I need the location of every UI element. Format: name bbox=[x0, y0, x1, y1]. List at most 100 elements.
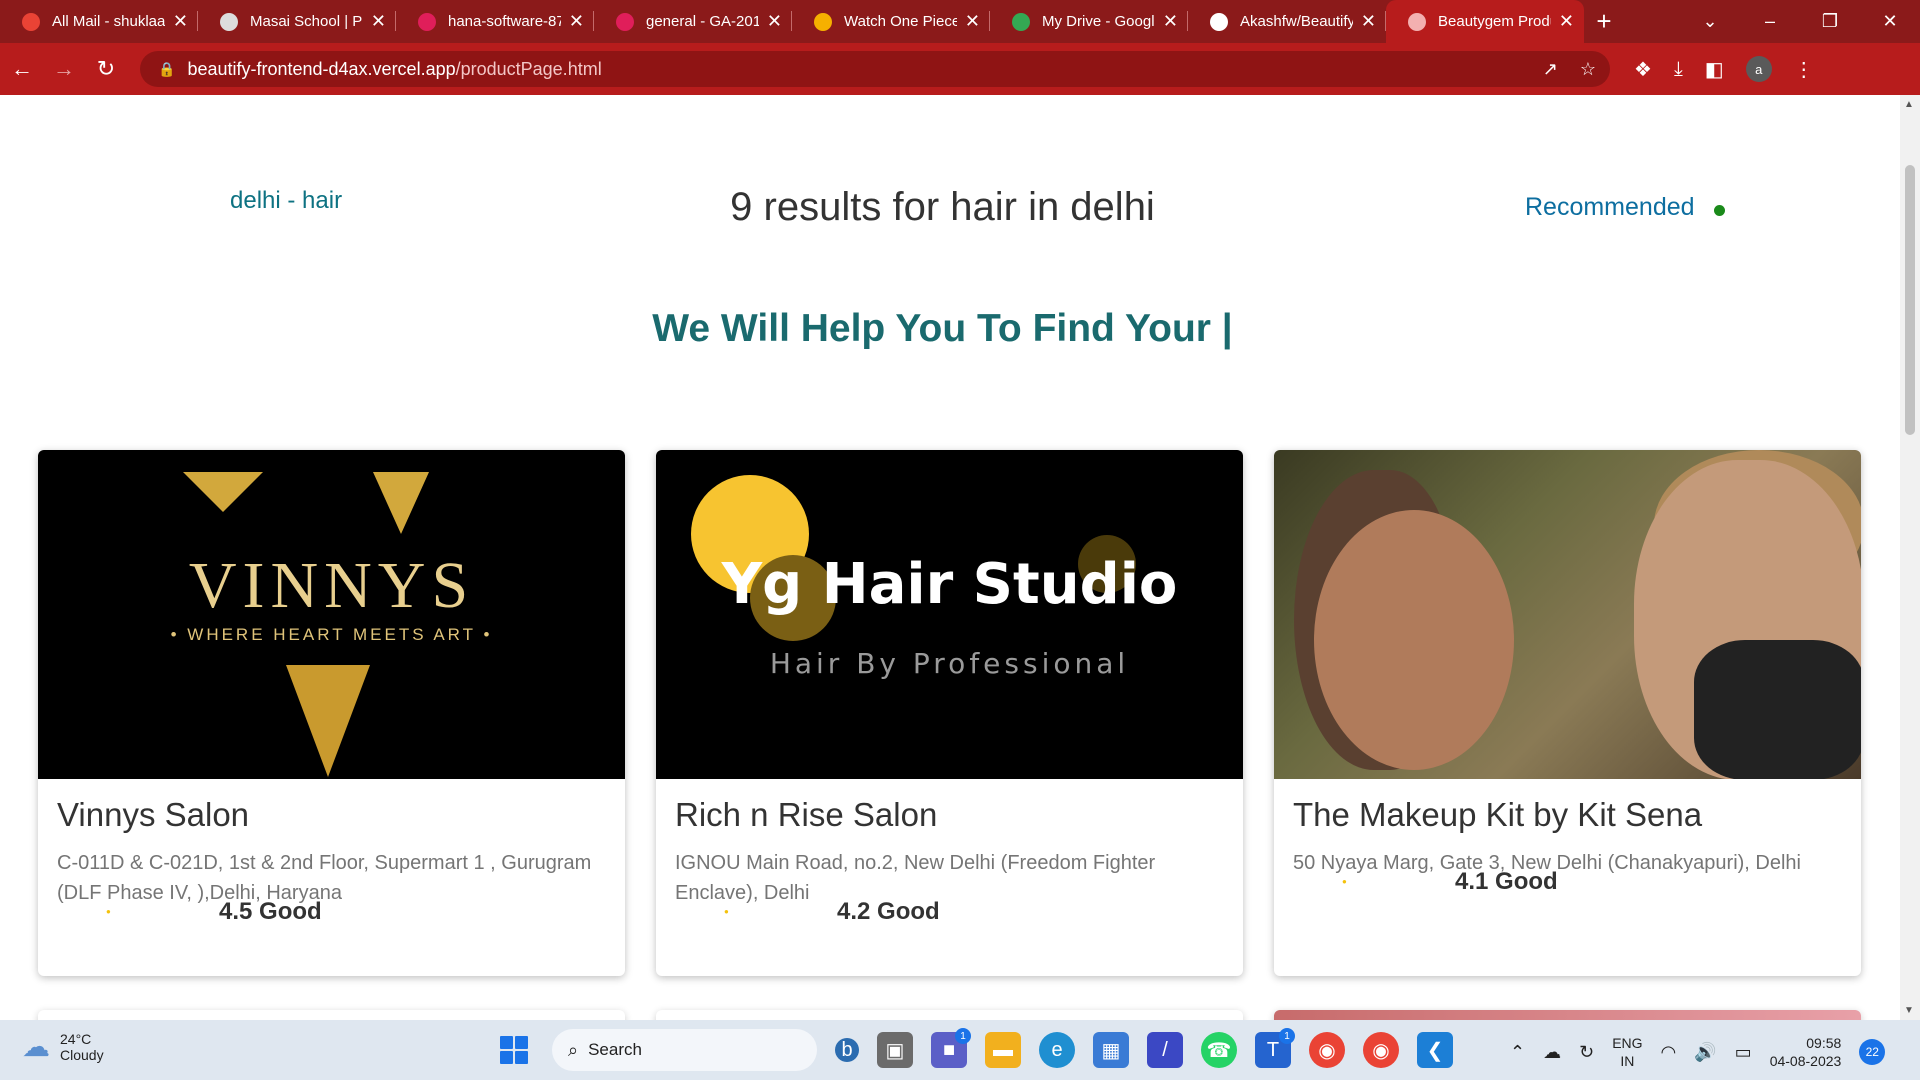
lang-code: ENG bbox=[1612, 1035, 1643, 1051]
menu-kebab-icon[interactable]: ⋮ bbox=[1794, 57, 1814, 82]
teams-chat-icon[interactable]: ■ 1 bbox=[931, 1028, 971, 1068]
browser-tab[interactable]: All Mail - shuklaa ✕ bbox=[0, 0, 198, 43]
notification-badge[interactable]: 22 bbox=[1859, 1039, 1886, 1065]
url-path: /productPage.html bbox=[455, 58, 602, 79]
chevron-up-icon[interactable]: ⌃ bbox=[1510, 1042, 1525, 1063]
tab-title: Beautygem Produ bbox=[1438, 13, 1551, 30]
tab-title: Akashfw/Beautify bbox=[1240, 13, 1353, 30]
side-panel-icon[interactable]: ◧ bbox=[1705, 57, 1724, 82]
close-tab-icon[interactable]: ✕ bbox=[1559, 11, 1574, 32]
chrome-icon[interactable]: ◉ bbox=[1309, 1032, 1345, 1068]
github-icon bbox=[1210, 12, 1228, 31]
bing-icon[interactable]: b bbox=[835, 1038, 859, 1062]
salon-image-vinnys[interactable]: VINNYS • WHERE HEART MEETS ART • bbox=[38, 450, 625, 779]
taskbar-search[interactable]: ⌕ Search bbox=[552, 1029, 817, 1071]
browser-tab[interactable]: hana-software-87 ✕ bbox=[396, 0, 594, 43]
salon-rating: 4.2 Good bbox=[837, 898, 940, 925]
battery-icon[interactable]: ▭ bbox=[1735, 1042, 1752, 1063]
crunchyroll-icon bbox=[814, 12, 832, 31]
salon-card[interactable]: VINNYS • WHERE HEART MEETS ART • Vinnys … bbox=[38, 450, 625, 976]
salon-card[interactable] bbox=[38, 1010, 625, 1020]
scrollbar-thumb[interactable] bbox=[1905, 165, 1915, 435]
close-tab-icon[interactable]: ✕ bbox=[173, 11, 188, 32]
wifi-icon[interactable]: ◠ bbox=[1661, 1042, 1677, 1063]
clock[interactable]: 09:58 04-08-2023 bbox=[1770, 1034, 1842, 1070]
salon-card[interactable]: The Makeup Kit by Kit Sena 50 Nyaya Marg… bbox=[1274, 450, 1861, 976]
new-tab-button[interactable]: + bbox=[1584, 0, 1624, 43]
logo-wordmark: VINNYS bbox=[188, 549, 475, 622]
forward-button[interactable]: → bbox=[44, 56, 84, 82]
page-viewport: delhi - hair 9 results for hair in delhi… bbox=[0, 95, 1900, 1020]
salon-card[interactable] bbox=[656, 1010, 1243, 1020]
photo-shape bbox=[1314, 510, 1514, 770]
volume-icon[interactable]: 🔊 bbox=[1694, 1042, 1716, 1063]
vscode-icon[interactable]: ❮ bbox=[1417, 1032, 1453, 1068]
tab-list: All Mail - shuklaa ✕ Masai School | Pla ✕ ha… bbox=[0, 0, 1584, 43]
close-tab-icon[interactable]: ✕ bbox=[767, 11, 782, 32]
browser-toolbar: ← → ↻ 🔒 beautify-frontend-d4ax.vercel.ap… bbox=[0, 43, 1920, 95]
scroll-up-arrow-icon[interactable]: ▲ bbox=[1904, 99, 1914, 110]
clock-date: 04-08-2023 bbox=[1769, 1053, 1842, 1069]
browser-tab[interactable]: general - GA-201 ✕ bbox=[594, 0, 792, 43]
store-icon[interactable]: ▦ bbox=[1093, 1032, 1129, 1068]
close-tab-icon[interactable]: ✕ bbox=[1361, 11, 1376, 32]
start-button[interactable] bbox=[500, 1036, 528, 1064]
salon-name[interactable]: Rich n Rise Salon bbox=[675, 796, 937, 834]
close-window-button[interactable]: ✕ bbox=[1860, 11, 1920, 32]
edge-icon[interactable]: e bbox=[1039, 1032, 1075, 1068]
system-tray: ⌃ ☁ ↻ ENG IN ◠ 🔊 ▭ 09:58 04-08-2023 22 bbox=[1510, 1034, 1886, 1070]
salon-image-yg-hair-studio[interactable]: Yg Hair Studio Hair By Professional bbox=[656, 450, 1243, 779]
todo-icon[interactable]: T1 bbox=[1255, 1028, 1295, 1068]
browser-tab[interactable]: My Drive - Googl ✕ bbox=[990, 0, 1188, 43]
tab-title: My Drive - Googl bbox=[1042, 13, 1155, 30]
star-icon: ● bbox=[1342, 877, 1347, 886]
salon-name[interactable]: The Makeup Kit by Kit Sena bbox=[1293, 796, 1702, 834]
restore-button[interactable]: ❐ bbox=[1800, 11, 1860, 32]
extensions-puzzle-icon[interactable]: ❖ bbox=[1634, 57, 1652, 82]
page-scrollbar[interactable]: ▲ ▼ bbox=[1900, 95, 1920, 1020]
browser-tab[interactable]: Akashfw/Beautify ✕ bbox=[1188, 0, 1386, 43]
salon-card[interactable] bbox=[1274, 1010, 1861, 1020]
salon-card[interactable]: Yg Hair Studio Hair By Professional Rich… bbox=[656, 450, 1243, 976]
todo-badge: 1 bbox=[1279, 1028, 1295, 1044]
scroll-down-arrow-icon[interactable]: ▼ bbox=[1904, 1005, 1914, 1016]
minimize-button[interactable]: – bbox=[1740, 11, 1800, 32]
download-icon[interactable]: ⤓ bbox=[1674, 58, 1683, 81]
browser-tab[interactable]: Masai School | Pla ✕ bbox=[198, 0, 396, 43]
onedrive-icon[interactable]: ☁ bbox=[1543, 1042, 1561, 1063]
browser-tab[interactable]: Beautygem Produ ✕ bbox=[1386, 0, 1584, 43]
address-bar[interactable]: 🔒 beautify-frontend-d4ax.vercel.app/prod… bbox=[140, 51, 1610, 87]
chrome-profile-icon[interactable]: ◉ bbox=[1363, 1032, 1399, 1068]
star-icon: ● bbox=[106, 907, 111, 916]
salon-address: IGNOU Main Road, no.2, New Delhi (Freedo… bbox=[675, 852, 1156, 904]
language-indicator[interactable]: ENG IN bbox=[1612, 1034, 1642, 1070]
tab-search-icon[interactable]: ⌄ bbox=[1680, 11, 1740, 32]
tab-strip: All Mail - shuklaa ✕ Masai School | Pla ✕ ha… bbox=[0, 0, 1920, 43]
bookmark-star-icon[interactable]: ☆ bbox=[1580, 59, 1596, 80]
star-icon: ● bbox=[724, 907, 729, 916]
tab-title: All Mail - shuklaa bbox=[52, 13, 165, 30]
browser-tab[interactable]: Watch One Piece ✕ bbox=[792, 0, 990, 43]
task-view-icon[interactable]: ▣ bbox=[877, 1032, 913, 1068]
cloud-icon: ☁ bbox=[22, 1031, 50, 1062]
share-icon[interactable]: ↗ bbox=[1543, 59, 1558, 80]
close-tab-icon[interactable]: ✕ bbox=[965, 11, 980, 32]
reload-button[interactable]: ↻ bbox=[86, 56, 126, 82]
weather-widget[interactable]: ☁ 24°C Cloudy bbox=[22, 1030, 104, 1063]
salon-image-makeup-photo[interactable] bbox=[1274, 450, 1861, 779]
whatsapp-icon[interactable]: ☎ bbox=[1201, 1032, 1237, 1068]
sort-dropdown[interactable]: Recommended bbox=[1525, 193, 1695, 222]
pen-app-icon[interactable]: / bbox=[1147, 1032, 1183, 1068]
logo-shape bbox=[183, 472, 263, 512]
close-tab-icon[interactable]: ✕ bbox=[371, 11, 386, 32]
salon-name[interactable]: Vinnys Salon bbox=[57, 796, 249, 834]
close-tab-icon[interactable]: ✕ bbox=[1163, 11, 1178, 32]
back-button[interactable]: ← bbox=[2, 56, 42, 82]
window-controls: ⌄ – ❐ ✕ bbox=[1680, 0, 1920, 43]
close-tab-icon[interactable]: ✕ bbox=[569, 11, 584, 32]
sync-icon[interactable]: ↻ bbox=[1579, 1042, 1594, 1063]
file-explorer-icon[interactable]: ▬ bbox=[985, 1032, 1021, 1068]
logo-shape bbox=[286, 665, 370, 777]
profile-avatar[interactable]: a bbox=[1745, 56, 1772, 82]
lock-icon[interactable]: 🔒 bbox=[158, 61, 175, 78]
